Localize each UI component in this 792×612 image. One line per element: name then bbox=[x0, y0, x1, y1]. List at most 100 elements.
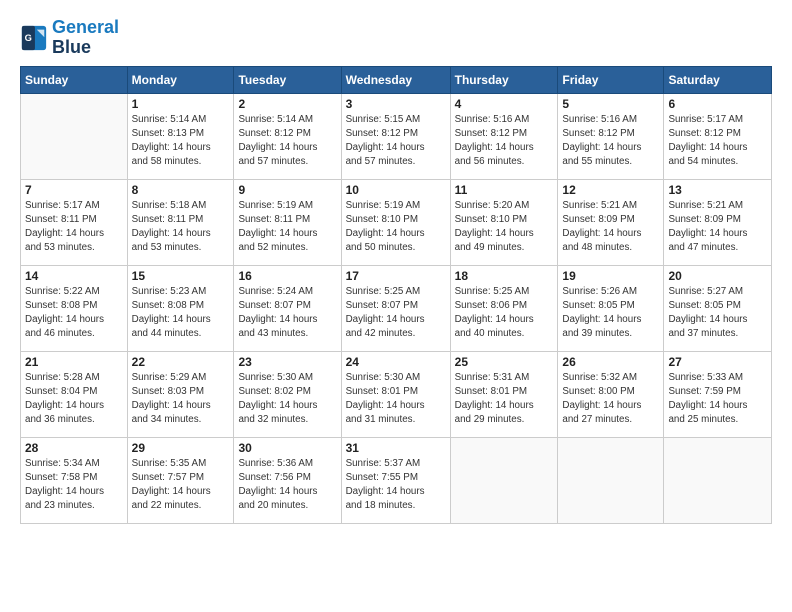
calendar-cell: 1 Sunrise: 5:14 AMSunset: 8:13 PMDaylight… bbox=[127, 93, 234, 179]
day-number: 25 bbox=[455, 355, 554, 369]
calendar-cell bbox=[21, 93, 128, 179]
day-info: Sunrise: 5:35 AMSunset: 7:57 PMDaylight:… bbox=[132, 457, 230, 514]
day-info: Sunrise: 5:16 AMSunset: 8:12 PMDaylight:… bbox=[455, 113, 554, 170]
weekday-header-wednesday: Wednesday bbox=[341, 66, 450, 93]
day-info: Sunrise: 5:25 AMSunset: 8:06 PMDaylight:… bbox=[455, 285, 554, 342]
day-info: Sunrise: 5:22 AMSunset: 8:08 PMDaylight:… bbox=[25, 285, 123, 342]
calendar-cell: 19 Sunrise: 5:26 AMSunset: 8:05 PMDayligh… bbox=[558, 265, 664, 351]
day-number: 30 bbox=[238, 441, 336, 455]
logo: G General Blue bbox=[20, 18, 119, 58]
day-info: Sunrise: 5:14 AMSunset: 8:13 PMDaylight:… bbox=[132, 113, 230, 170]
day-number: 16 bbox=[238, 269, 336, 283]
day-number: 24 bbox=[346, 355, 446, 369]
day-number: 19 bbox=[562, 269, 659, 283]
calendar-cell: 30 Sunrise: 5:36 AMSunset: 7:56 PMDayligh… bbox=[234, 437, 341, 523]
calendar-cell: 25Sunrise: 5:31 AMSunset: 8:01 PMDayligh… bbox=[450, 351, 558, 437]
day-number: 18 bbox=[455, 269, 554, 283]
day-number: 15 bbox=[132, 269, 230, 283]
calendar-cell bbox=[450, 437, 558, 523]
day-info: Sunrise: 5:33 AMSunset: 7:59 PMDaylight:… bbox=[668, 371, 767, 428]
day-number: 9 bbox=[238, 183, 336, 197]
calendar-cell: 8 Sunrise: 5:18 AMSunset: 8:11 PMDaylight… bbox=[127, 179, 234, 265]
day-info: Sunrise: 5:21 AMSunset: 8:09 PMDaylight:… bbox=[668, 199, 767, 256]
calendar-cell: 2 Sunrise: 5:14 AMSunset: 8:12 PMDaylight… bbox=[234, 93, 341, 179]
day-number: 1 bbox=[132, 97, 230, 111]
calendar-week-row: 21Sunrise: 5:28 AMSunset: 8:04 PMDayligh… bbox=[21, 351, 772, 437]
calendar-cell: 14Sunrise: 5:22 AMSunset: 8:08 PMDayligh… bbox=[21, 265, 128, 351]
day-number: 4 bbox=[455, 97, 554, 111]
day-number: 2 bbox=[238, 97, 336, 111]
day-info: Sunrise: 5:15 AMSunset: 8:12 PMDaylight:… bbox=[346, 113, 446, 170]
day-info: Sunrise: 5:21 AMSunset: 8:09 PMDaylight:… bbox=[562, 199, 659, 256]
calendar-cell: 18 Sunrise: 5:25 AMSunset: 8:06 PMDayligh… bbox=[450, 265, 558, 351]
calendar-cell: 3 Sunrise: 5:15 AMSunset: 8:12 PMDaylight… bbox=[341, 93, 450, 179]
day-number: 13 bbox=[668, 183, 767, 197]
day-number: 29 bbox=[132, 441, 230, 455]
day-info: Sunrise: 5:30 AMSunset: 8:02 PMDaylight:… bbox=[238, 371, 336, 428]
calendar-week-row: 28 Sunrise: 5:34 AMSunset: 7:58 PMDayligh… bbox=[21, 437, 772, 523]
day-number: 8 bbox=[132, 183, 230, 197]
calendar-cell: 22 Sunrise: 5:29 AMSunset: 8:03 PMDayligh… bbox=[127, 351, 234, 437]
day-info: Sunrise: 5:26 AMSunset: 8:05 PMDaylight:… bbox=[562, 285, 659, 342]
weekday-header-monday: Monday bbox=[127, 66, 234, 93]
calendar-cell bbox=[558, 437, 664, 523]
day-info: Sunrise: 5:19 AMSunset: 8:10 PMDaylight:… bbox=[346, 199, 446, 256]
calendar-cell: 21Sunrise: 5:28 AMSunset: 8:04 PMDayligh… bbox=[21, 351, 128, 437]
day-info: Sunrise: 5:25 AMSunset: 8:07 PMDaylight:… bbox=[346, 285, 446, 342]
day-info: Sunrise: 5:34 AMSunset: 7:58 PMDaylight:… bbox=[25, 457, 123, 514]
calendar-cell: 9Sunrise: 5:19 AMSunset: 8:11 PMDaylight… bbox=[234, 179, 341, 265]
logo-text: General Blue bbox=[52, 18, 119, 58]
calendar-cell: 26 Sunrise: 5:32 AMSunset: 8:00 PMDayligh… bbox=[558, 351, 664, 437]
header: G General Blue bbox=[20, 18, 772, 58]
calendar-table: SundayMondayTuesdayWednesdayThursdayFrid… bbox=[20, 66, 772, 524]
weekday-header-tuesday: Tuesday bbox=[234, 66, 341, 93]
day-number: 26 bbox=[562, 355, 659, 369]
day-number: 12 bbox=[562, 183, 659, 197]
day-info: Sunrise: 5:16 AMSunset: 8:12 PMDaylight:… bbox=[562, 113, 659, 170]
page: G General Blue SundayMondayTuesdayWednes… bbox=[0, 0, 792, 534]
calendar-week-row: 14Sunrise: 5:22 AMSunset: 8:08 PMDayligh… bbox=[21, 265, 772, 351]
calendar-cell bbox=[664, 437, 772, 523]
day-info: Sunrise: 5:32 AMSunset: 8:00 PMDaylight:… bbox=[562, 371, 659, 428]
calendar-cell: 13 Sunrise: 5:21 AMSunset: 8:09 PMDayligh… bbox=[664, 179, 772, 265]
calendar-cell: 6Sunrise: 5:17 AMSunset: 8:12 PMDaylight… bbox=[664, 93, 772, 179]
day-number: 11 bbox=[455, 183, 554, 197]
weekday-header-friday: Friday bbox=[558, 66, 664, 93]
calendar-cell: 29 Sunrise: 5:35 AMSunset: 7:57 PMDayligh… bbox=[127, 437, 234, 523]
calendar-cell: 27 Sunrise: 5:33 AMSunset: 7:59 PMDayligh… bbox=[664, 351, 772, 437]
calendar-cell: 28 Sunrise: 5:34 AMSunset: 7:58 PMDayligh… bbox=[21, 437, 128, 523]
day-number: 3 bbox=[346, 97, 446, 111]
svg-text:G: G bbox=[25, 33, 32, 43]
day-info: Sunrise: 5:20 AMSunset: 8:10 PMDaylight:… bbox=[455, 199, 554, 256]
day-info: Sunrise: 5:17 AMSunset: 8:11 PMDaylight:… bbox=[25, 199, 123, 256]
calendar-cell: 11 Sunrise: 5:20 AMSunset: 8:10 PMDayligh… bbox=[450, 179, 558, 265]
day-number: 6 bbox=[668, 97, 767, 111]
calendar-cell: 5 Sunrise: 5:16 AMSunset: 8:12 PMDaylight… bbox=[558, 93, 664, 179]
weekday-header-thursday: Thursday bbox=[450, 66, 558, 93]
day-number: 17 bbox=[346, 269, 446, 283]
calendar-week-row: 7 Sunrise: 5:17 AMSunset: 8:11 PMDaylight… bbox=[21, 179, 772, 265]
day-info: Sunrise: 5:27 AMSunset: 8:05 PMDaylight:… bbox=[668, 285, 767, 342]
day-number: 7 bbox=[25, 183, 123, 197]
day-number: 27 bbox=[668, 355, 767, 369]
calendar-cell: 20Sunrise: 5:27 AMSunset: 8:05 PMDayligh… bbox=[664, 265, 772, 351]
calendar-cell: 23Sunrise: 5:30 AMSunset: 8:02 PMDayligh… bbox=[234, 351, 341, 437]
day-number: 28 bbox=[25, 441, 123, 455]
day-number: 5 bbox=[562, 97, 659, 111]
weekday-header-sunday: Sunday bbox=[21, 66, 128, 93]
weekday-header-saturday: Saturday bbox=[664, 66, 772, 93]
calendar-week-row: 1 Sunrise: 5:14 AMSunset: 8:13 PMDaylight… bbox=[21, 93, 772, 179]
day-info: Sunrise: 5:36 AMSunset: 7:56 PMDaylight:… bbox=[238, 457, 336, 514]
calendar-cell: 24 Sunrise: 5:30 AMSunset: 8:01 PMDayligh… bbox=[341, 351, 450, 437]
weekday-header-row: SundayMondayTuesdayWednesdayThursdayFrid… bbox=[21, 66, 772, 93]
day-number: 22 bbox=[132, 355, 230, 369]
logo-icon: G bbox=[20, 24, 48, 52]
calendar-cell: 4 Sunrise: 5:16 AMSunset: 8:12 PMDaylight… bbox=[450, 93, 558, 179]
day-info: Sunrise: 5:18 AMSunset: 8:11 PMDaylight:… bbox=[132, 199, 230, 256]
day-info: Sunrise: 5:29 AMSunset: 8:03 PMDaylight:… bbox=[132, 371, 230, 428]
day-info: Sunrise: 5:24 AMSunset: 8:07 PMDaylight:… bbox=[238, 285, 336, 342]
day-number: 31 bbox=[346, 441, 446, 455]
day-info: Sunrise: 5:30 AMSunset: 8:01 PMDaylight:… bbox=[346, 371, 446, 428]
day-info: Sunrise: 5:14 AMSunset: 8:12 PMDaylight:… bbox=[238, 113, 336, 170]
calendar-cell: 31Sunrise: 5:37 AMSunset: 7:55 PMDayligh… bbox=[341, 437, 450, 523]
